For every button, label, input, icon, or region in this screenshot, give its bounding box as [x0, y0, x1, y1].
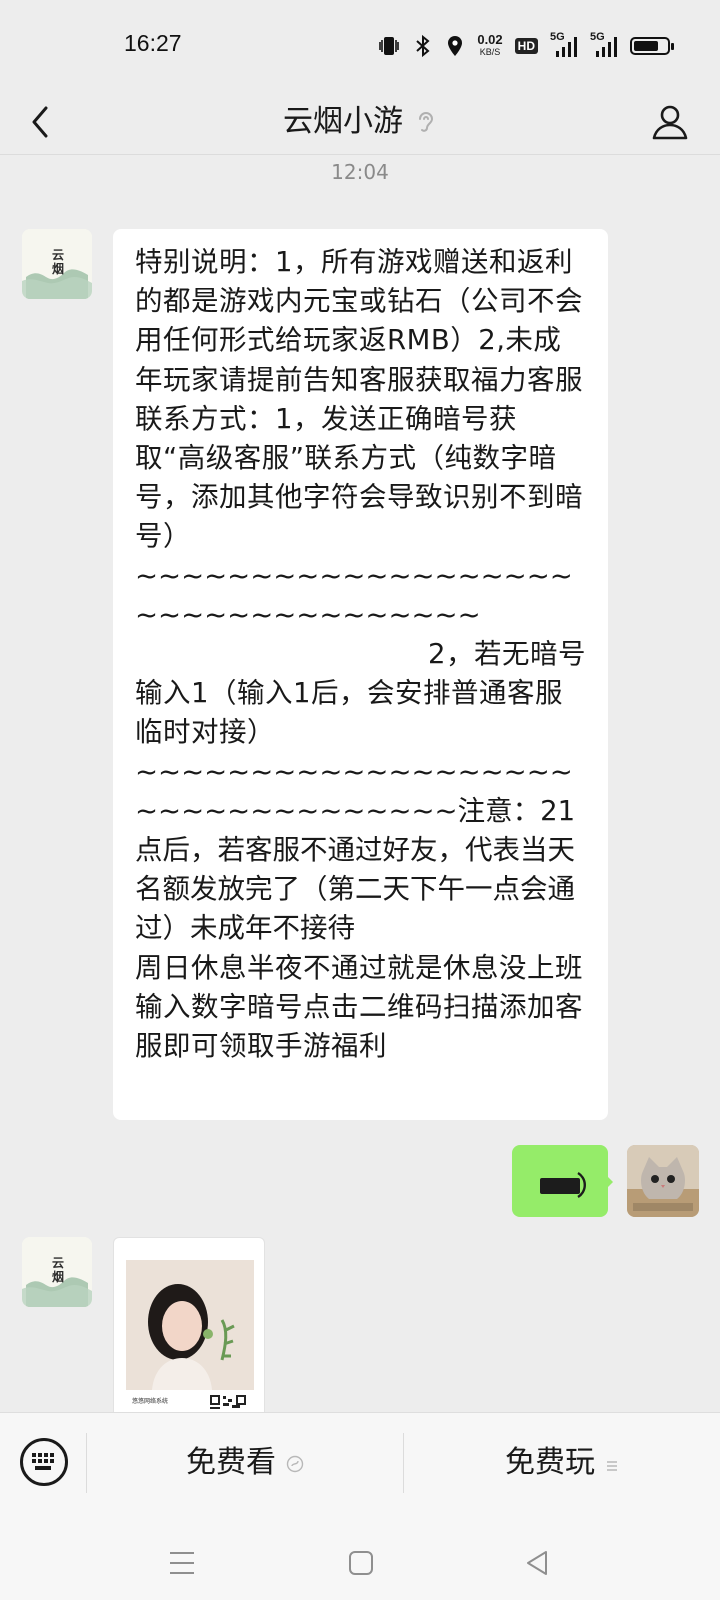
- message-paragraph: 特别说明：1，所有游戏赠送和返利的都是游戏内元宝或钻石（公司不会用任何形式给玩家…: [135, 246, 583, 553]
- status-bar: 16:27 0.02 KB/S HD 5G 5G: [0, 0, 720, 90]
- voice-wave-icon: [577, 1171, 586, 1199]
- contact-avatar[interactable]: 云 烟: [22, 229, 92, 299]
- message-divider: ~~~~~~~~~~~~~~~~~~~~~~~~~~~~~~~~~~: [135, 559, 573, 631]
- ear-icon: [419, 112, 434, 132]
- signal-1: 5G: [550, 31, 578, 59]
- logo-image: 云 烟: [22, 1237, 92, 1307]
- person-icon: [652, 105, 688, 140]
- menu-label: 免费看: [186, 1445, 276, 1480]
- message-paragraph: 周日休息半夜不通过就是休息没上班 输入数字暗号点击二维码扫描添加客服即可领取手游…: [135, 951, 593, 1063]
- message-paragraph: ~~~~~~~~~~~~~~~~~~~~~~~~~~~~~~~~~注意：21点后…: [135, 755, 576, 945]
- message-timestamp: 12:04: [331, 160, 389, 184]
- square-icon: [349, 1551, 373, 1575]
- message-paragraph: 输入1（输入1后，会安排普通客服临时对接）: [135, 677, 563, 749]
- network-speed: 0.02 KB/S: [477, 32, 503, 58]
- redaction-bar: [540, 1178, 580, 1194]
- cat-avatar-image: [627, 1145, 699, 1217]
- menu-label: 免费玩: [505, 1445, 595, 1480]
- keyboard-toggle-button[interactable]: [20, 1438, 68, 1486]
- speed-value: 0.02: [477, 32, 503, 47]
- menu-free-play[interactable]: 免费玩: [404, 1413, 720, 1513]
- menu-list-icon: [605, 1414, 619, 1514]
- svg-text:云: 云: [52, 1256, 64, 1270]
- qr-code-icon: [210, 1395, 246, 1409]
- location-icon: [445, 34, 465, 58]
- net-type-1: 5G: [550, 31, 565, 43]
- image-message[interactable]: 悠悠网络系统: [113, 1237, 265, 1423]
- profile-button[interactable]: [648, 100, 692, 144]
- svg-text:烟: 烟: [52, 262, 64, 276]
- net-type-2: 5G: [590, 31, 605, 43]
- bottom-menu-bar: 免费看 免费玩: [0, 1412, 720, 1523]
- battery-icon: [630, 37, 674, 55]
- status-time: 16:27: [124, 30, 182, 56]
- logo-image: 云 烟: [22, 229, 92, 299]
- signal-2: 5G: [590, 31, 618, 59]
- keyboard-icon: [32, 1453, 54, 1470]
- svg-text:云: 云: [52, 248, 64, 262]
- message-line: 2，若无暗号: [428, 638, 586, 671]
- my-avatar[interactable]: [627, 1145, 699, 1217]
- contact-avatar[interactable]: 云 烟: [22, 1237, 92, 1307]
- vibrate-icon: [377, 34, 401, 58]
- system-navigation-bar: [0, 1522, 720, 1600]
- voice-message[interactable]: [512, 1145, 613, 1217]
- hd-badge: HD: [514, 38, 538, 54]
- card-caption: 悠悠网络系统: [132, 1398, 169, 1405]
- menu-free-watch[interactable]: 免费看: [87, 1413, 403, 1513]
- recents-button[interactable]: [168, 1550, 196, 1580]
- mini-program-icon: [286, 1414, 304, 1514]
- photo-image: [126, 1260, 254, 1390]
- back-nav-button[interactable]: [524, 1550, 550, 1580]
- chat-title: 云烟小游: [283, 104, 403, 139]
- home-button[interactable]: [348, 1550, 374, 1580]
- bluetooth-icon: [413, 34, 433, 58]
- menu-icon: [170, 1552, 194, 1574]
- message-bubble[interactable]: 特别说明：1，所有游戏赠送和返利的都是游戏内元宝或钻石（公司不会用任何形式给玩家…: [113, 229, 608, 1121]
- svg-text:烟: 烟: [52, 1270, 64, 1284]
- speed-unit: KB/S: [479, 47, 501, 57]
- chat-header: 云烟小游: [0, 90, 720, 155]
- status-icons: 0.02 KB/S HD 5G 5G: [377, 30, 674, 62]
- triangle-back-icon: [527, 1551, 547, 1575]
